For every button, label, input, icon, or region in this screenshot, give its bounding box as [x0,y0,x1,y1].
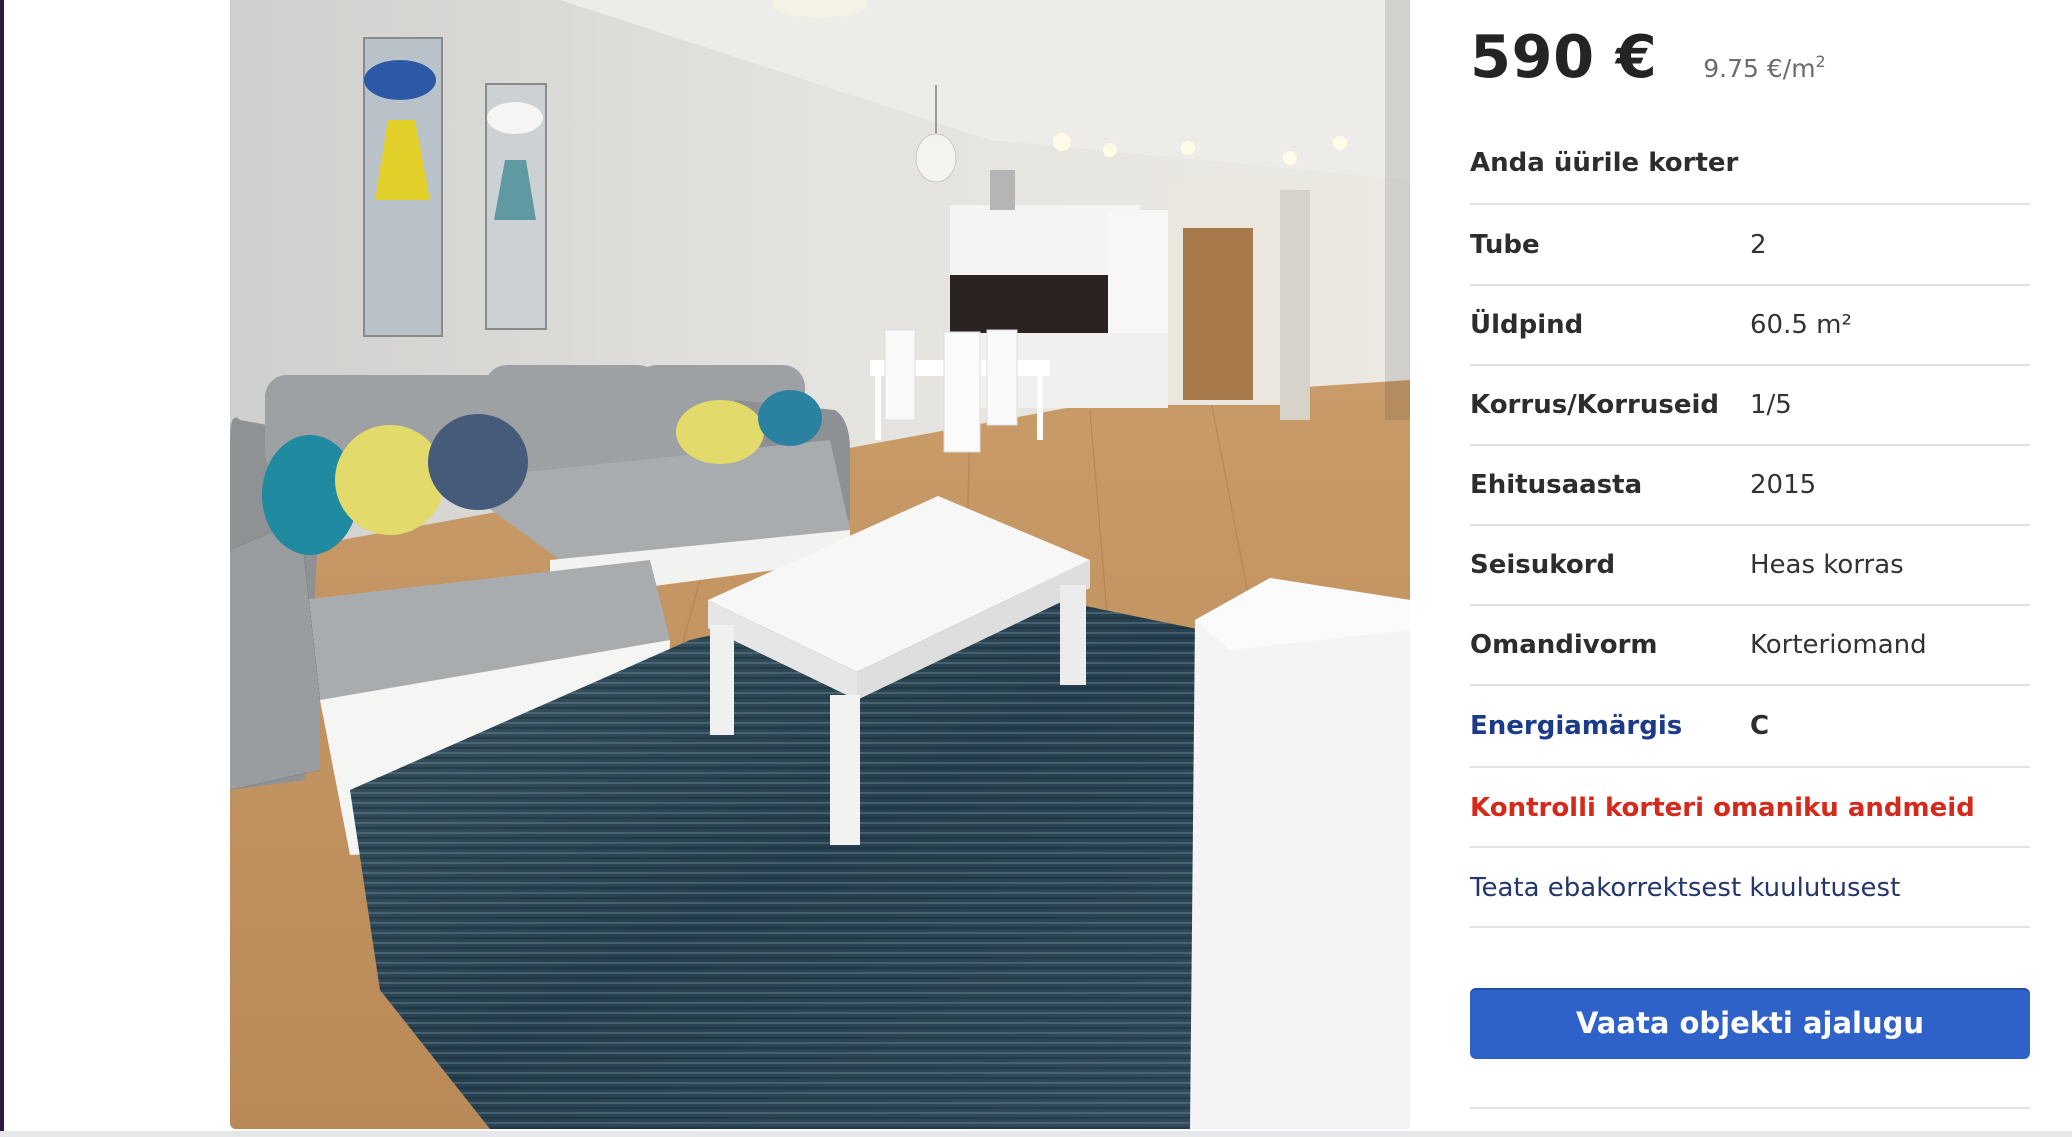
detail-row-condition: Seisukord Heas korras [1470,525,2030,605]
detail-label: Üldpind [1470,310,1584,340]
detail-label: Korrus/Korruseid [1470,390,1720,420]
detail-row-area: Üldpind 60.5 m² [1470,285,2030,365]
bottom-edge [0,1131,2072,1137]
detail-value: Heas korras [1750,550,1904,580]
detail-label: Seisukord [1470,550,1616,580]
detail-row-floor: Korrus/Korruseid 1/5 [1470,365,2030,445]
detail-row-ownership: Omandivorm Korteriomand [1470,605,2030,685]
detail-row-year: Ehitusaasta 2015 [1470,445,2030,525]
price-per-m2-value: 9.75 €/m [1703,54,1816,83]
price-row: 590 € 9.75 €/m2 [1470,22,1826,91]
listing-photo[interactable] [230,0,1410,1129]
detail-row-rooms: Tube 2 [1470,205,2030,285]
listing-title: Anda üürile korter [1470,148,1739,178]
detail-value: Korteriomand [1750,630,1927,660]
price: 590 € [1470,22,1658,91]
detail-label: Tube [1470,230,1540,260]
price-per-m2-sup: 2 [1815,52,1826,71]
divider [1470,926,2030,928]
report-listing-link[interactable]: Teata ebakorrektsest kuulutusest [1470,848,1900,928]
detail-label: Omandivorm [1470,630,1658,660]
living-room-illustration [230,0,1410,1129]
detail-row-energy: Energiamärgis C [1470,686,2030,766]
detail-value: 60.5 m² [1750,310,1852,340]
detail-label: Ehitusaasta [1470,470,1643,500]
energy-class-value: C [1750,711,1770,741]
detail-value: 2015 [1750,470,1817,500]
detail-value: 1/5 [1750,390,1792,420]
detail-value: 2 [1750,230,1767,260]
price-per-m2: 9.75 €/m2 [1703,52,1825,83]
check-owner-link[interactable]: Kontrolli korteri omaniku andmeid [1470,768,1975,848]
energy-label-link[interactable]: Energiamärgis [1470,686,1682,766]
window-edge [0,0,4,1137]
view-history-button[interactable]: Vaata objekti ajalugu [1470,988,2030,1059]
divider [1470,1107,2030,1109]
